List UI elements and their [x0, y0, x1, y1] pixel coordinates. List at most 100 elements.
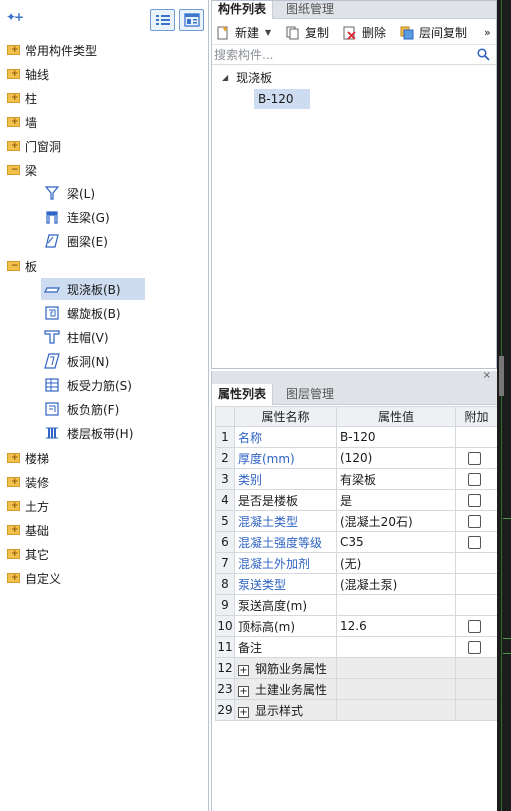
tree-component-type[interactable]: 梁(L) [44, 182, 194, 204]
row-number: 4 [215, 489, 235, 511]
copy-label: 复制 [305, 26, 330, 40]
tree-component-type-label: 现浇板(B) [67, 282, 121, 297]
delete-button[interactable]: 删除 [343, 24, 386, 41]
extra-checkbox[interactable] [468, 620, 481, 633]
attribute-table: 属性名称 属性值 附加 1 名称 B-120 2 厚度(mm) (120) 3 类别 有梁板 4 是… [215, 406, 498, 721]
floor-copy-icon [400, 26, 414, 40]
tree-category[interactable]: − 梁 [7, 159, 202, 181]
tab-component-list[interactable]: 构件列表 [212, 1, 274, 19]
attribute-group[interactable]: + 土建业务属性 [234, 678, 337, 700]
new-button[interactable]: 新建 ▼ [216, 24, 271, 41]
extra-checkbox[interactable] [468, 473, 481, 486]
attribute-value[interactable]: (混凝土泵) [336, 573, 456, 595]
attribute-value[interactable]: (无) [336, 552, 456, 574]
attribute-value[interactable]: 12.6 [336, 615, 456, 637]
attribute-value[interactable] [336, 594, 456, 616]
tree-component-type[interactable]: 柱帽(V) [44, 326, 194, 348]
tree-category[interactable]: − 板 [7, 255, 202, 277]
tree-category[interactable]: + 门窗洞 [7, 135, 202, 157]
attribute-row[interactable]: 2 厚度(mm) (120) [215, 447, 498, 469]
extra-checkbox[interactable] [468, 515, 481, 528]
extra-checkbox[interactable] [468, 536, 481, 549]
tree-category[interactable]: + 常用构件类型 [7, 39, 202, 61]
attribute-group[interactable]: + 钢筋业务属性 [234, 657, 337, 679]
tree-category[interactable]: + 柱 [7, 87, 202, 109]
tree-category[interactable]: + 墙 [7, 111, 202, 133]
search-input[interactable] [214, 47, 478, 63]
tree-category[interactable]: + 装修 [7, 471, 202, 493]
tree-component-type[interactable]: 板洞(N) [44, 350, 194, 372]
attribute-row[interactable]: 9 泵送高度(m) [215, 594, 498, 616]
tab-layer-management[interactable]: 图层管理 [280, 384, 340, 405]
component-tabs: 构件列表 图纸管理 [212, 1, 496, 19]
attribute-row[interactable]: 7 混凝土外加剂 (无) [215, 552, 498, 574]
attribute-name-label: 是否是楼板 [238, 493, 299, 508]
extra-checkbox[interactable] [468, 494, 481, 507]
attribute-value[interactable]: 是 [336, 489, 456, 511]
attribute-row[interactable]: 10 顶标高(m) 12.6 [215, 615, 498, 637]
attribute-row[interactable]: 6 混凝土强度等级 C35 [215, 531, 498, 553]
list-view-button[interactable] [150, 9, 175, 31]
component-list-panel: 构件列表 图纸管理 新建 ▼ 复制 删除 层间复制 » 搜索构件... ◢ 现浇… [211, 0, 497, 369]
attribute-row[interactable]: 29 + 显示样式 [215, 699, 498, 721]
component-tree-root[interactable]: ◢ 现浇板 [222, 69, 272, 86]
tree-component-type[interactable]: 连梁(G) [44, 206, 194, 228]
expand-plus-icon[interactable]: + [238, 706, 249, 718]
attribute-row[interactable]: 23 + 土建业务属性 [215, 678, 498, 700]
expand-all-icon[interactable]: ✦+ [6, 10, 24, 24]
tree-category[interactable]: + 土方 [7, 495, 202, 517]
attribute-value[interactable]: B-120 [336, 426, 456, 448]
attribute-value[interactable]: 有梁板 [336, 468, 456, 490]
extra-checkbox[interactable] [468, 641, 481, 654]
close-icon[interactable]: × [483, 370, 491, 381]
tree-component-type[interactable]: 圈梁(E) [44, 230, 194, 252]
copy-button[interactable]: 复制 [286, 24, 329, 41]
tree-category[interactable]: + 自定义 [7, 567, 202, 589]
copy-icon [286, 26, 300, 40]
slab-hole-icon [44, 353, 60, 369]
expand-plus-icon[interactable]: + [238, 685, 249, 697]
attribute-row[interactable]: 5 混凝土类型 (混凝土20石) [215, 510, 498, 532]
search-icon[interactable] [477, 48, 490, 64]
tree-category[interactable]: + 楼梯 [7, 447, 202, 469]
tree-category[interactable]: + 其它 [7, 543, 202, 565]
expand-plus-icon[interactable]: + [238, 664, 249, 676]
tree-component-type[interactable]: 板受力筋(S) [44, 374, 194, 396]
tab-drawing-management[interactable]: 图纸管理 [280, 1, 340, 19]
tree-component-type-label: 楼层板带(H) [67, 426, 134, 441]
tree-component-type[interactable]: 楼层板带(H) [44, 422, 194, 444]
floor-copy-label: 层间复制 [419, 26, 468, 40]
component-item-selected[interactable]: B-120 [254, 89, 310, 109]
more-button[interactable]: » [484, 24, 491, 41]
row-number: 23 [215, 678, 235, 700]
tree-component-type[interactable]: 现浇板(B) [41, 278, 145, 300]
attribute-value[interactable] [336, 636, 456, 658]
attribute-value[interactable]: (120) [336, 447, 456, 469]
attribute-extra [455, 426, 498, 448]
tree-component-type[interactable]: 板负筋(F) [44, 398, 194, 420]
extra-checkbox[interactable] [468, 452, 481, 465]
attribute-row[interactable]: 8 泵送类型 (混凝土泵) [215, 573, 498, 595]
attribute-name-label: 泵送类型 [238, 577, 287, 592]
chevron-down-icon[interactable]: ▼ [265, 28, 271, 37]
attribute-name: 混凝土外加剂 [234, 552, 337, 574]
attribute-row[interactable]: 3 类别 有梁板 [215, 468, 498, 490]
app-window: ✦+ + 常用构件类型 + 轴线 + 柱 + 墙 + 门窗洞 − 梁梁(L) 连梁(G) 圈梁(E) − 板现… [0, 0, 511, 811]
attribute-value[interactable]: (混凝土20石) [336, 510, 456, 532]
floor-copy-button[interactable]: 层间复制 [400, 24, 467, 41]
attribute-panel-header: × [212, 370, 497, 384]
attribute-row[interactable]: 4 是否是楼板 是 [215, 489, 498, 511]
attribute-row[interactable]: 1 名称 B-120 [215, 426, 498, 448]
tab-attribute-list[interactable]: 属性列表 [212, 384, 274, 405]
tree-category[interactable]: + 基础 [7, 519, 202, 541]
attribute-value[interactable]: C35 [336, 531, 456, 553]
tree-component-type[interactable]: 螺旋板(B) [44, 302, 194, 324]
grid-view-button[interactable] [179, 9, 204, 31]
attribute-row[interactable]: 11 备注 [215, 636, 498, 658]
row-number: 29 [215, 699, 235, 721]
attribute-group[interactable]: + 显示样式 [234, 699, 337, 721]
tree-category[interactable]: + 轴线 [7, 63, 202, 85]
collapse-triangle-icon[interactable]: ◢ [222, 73, 228, 82]
attribute-row[interactable]: 12 + 钢筋业务属性 [215, 657, 498, 679]
splitter-handle[interactable] [499, 356, 504, 396]
